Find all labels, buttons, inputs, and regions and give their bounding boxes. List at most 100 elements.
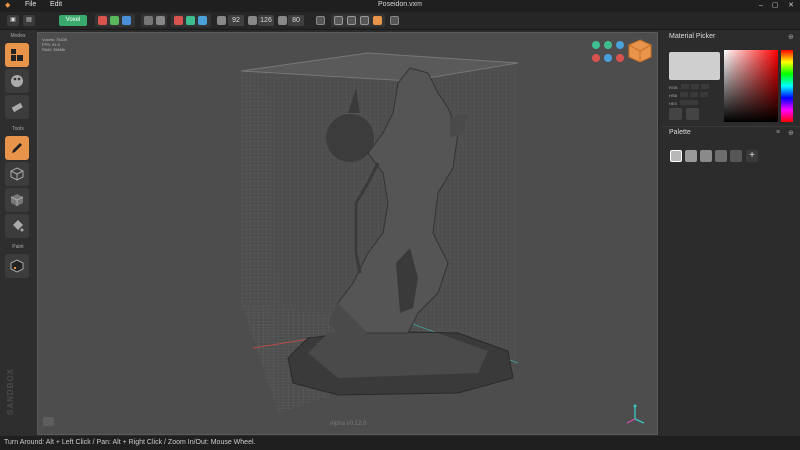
version-label: Alpha v0.12.0 [329,421,367,427]
rgb-g-field[interactable] [690,84,699,89]
mirror-y-icon[interactable] [110,16,119,25]
mirror-z-icon[interactable] [122,16,131,25]
view-cube-icon[interactable] [628,39,652,63]
add-color-button[interactable]: + [746,150,758,162]
voxel-mode-button[interactable]: Voxel [59,15,87,26]
palette-swatch-5[interactable] [730,150,742,162]
paint-cube-icon [10,259,24,273]
status-help-text: Turn Around: Alt + Left Click / Pan: Alt… [4,439,256,446]
menu-icon[interactable]: ≡ [776,129,784,137]
current-color-swatch[interactable] [669,52,720,80]
tool-box-button[interactable] [5,162,29,186]
bucket-icon [13,220,24,232]
left-panel: Modes Tools Paint SANDBOX [0,30,36,435]
palette-swatch-1[interactable] [670,150,682,162]
paint-cube-button[interactable] [5,254,29,278]
nav-left-icon[interactable] [592,54,600,62]
rgb-b-field[interactable] [700,84,709,89]
view-group [331,14,385,27]
mode-build-button[interactable] [5,43,29,67]
paint-label: Paint [12,244,24,250]
tools-label: Tools [12,126,24,132]
status-bar: Turn Around: Alt + Left Click / Pan: Alt… [0,436,800,450]
divider [662,126,800,127]
hsb-label: HSB [669,93,678,98]
size-z-field[interactable]: 80 [288,15,304,26]
tool-fill-button[interactable] [5,214,29,238]
color-tools-group [171,14,211,27]
mode-paint-button[interactable] [5,69,29,93]
voxel-scene [240,52,519,413]
red-cube-icon[interactable] [174,16,183,25]
save-icon[interactable]: ▣ [7,15,19,26]
tool-face-button[interactable] [5,188,29,212]
pin-icon[interactable]: ⊕ [788,33,796,41]
modes-label: Modes [10,33,26,39]
palette-swatch-3[interactable] [700,150,712,162]
view-a-icon[interactable] [334,16,343,25]
settings-icon[interactable] [390,16,399,25]
rgb-label: RGB [669,85,678,90]
hsb-b-field[interactable] [700,92,709,97]
selection-group [141,14,167,27]
stats-overlay: Voxels: 75439 FPS: 91.0 RAM: 356Mb [42,37,67,52]
menu-edit[interactable]: Edit [50,1,62,8]
rgb-r-field[interactable] [680,84,689,89]
material-icon[interactable] [686,108,699,120]
title-bar: ◆ File Edit Poseidon.vxm – ▢ ✕ [0,0,800,12]
nav-right-icon[interactable] [616,54,624,62]
hsb-h-field[interactable] [680,92,689,97]
sandbox-logo: SANDBOX [6,367,15,415]
menu-file[interactable]: File [25,1,36,8]
view-b-icon[interactable] [347,16,356,25]
pencil-icon [12,143,22,153]
cube-x-icon [217,16,226,25]
cube-icon [10,167,24,181]
saturation-value-picker[interactable] [724,50,778,122]
grid-blocks-icon [11,49,23,61]
eraser-icon [11,102,23,113]
view-c-icon[interactable] [360,16,369,25]
nav-up-right-icon[interactable] [616,41,624,49]
material-picker-title: Material Picker [669,33,716,40]
nav-up-icon[interactable] [604,41,612,49]
palette-swatch-2[interactable] [685,150,697,162]
app-logo-icon: ◆ [5,2,11,9]
mirror-group [95,14,135,27]
maximize-icon[interactable]: ▢ [768,0,782,12]
blue-cube-icon[interactable] [198,16,207,25]
window-title: Poseidon.vxm [378,1,422,8]
nav-up-left-icon[interactable] [592,41,600,49]
close-icon[interactable]: ✕ [784,0,798,12]
hex-row: HEX [669,100,699,106]
eyedropper-icon[interactable] [669,108,682,120]
stat-ram: RAM: 356Mb [42,47,66,52]
palette-title: Palette [669,129,691,136]
palette-pin-icon[interactable]: ⊕ [788,129,796,137]
frame-icon[interactable] [316,16,325,25]
3d-viewport[interactable]: Voxels: 75439 FPS: 91.0 RAM: 356Mb Alpha… [37,32,658,435]
axis-gizmo-icon [626,404,645,424]
hex-field[interactable] [680,100,699,105]
hue-slider[interactable] [781,50,793,122]
cube-z-icon [278,16,287,25]
size-x-field[interactable]: 92 [228,15,244,26]
mirror-x-icon[interactable] [98,16,107,25]
mode-erase-button[interactable] [5,95,29,119]
hsb-s-field[interactable] [690,92,699,97]
palette-icon [11,75,23,87]
hsb-row: HSB [669,92,709,98]
size-y-field[interactable]: 126 [258,15,274,26]
camera-icon[interactable] [43,417,54,426]
document-icon[interactable]: ▤ [23,15,35,26]
minimize-icon[interactable]: – [754,0,768,12]
select-icon[interactable] [144,16,153,25]
render-icon[interactable] [373,16,382,25]
rgb-row: RGB [669,84,709,90]
green-cube-icon[interactable] [186,16,195,25]
transform-icon[interactable] [156,16,165,25]
tool-pencil-button[interactable] [5,136,29,160]
palette-swatch-4[interactable] [715,150,727,162]
nav-down-icon[interactable] [604,54,612,62]
right-panel: Material Picker ⊕ RGB HSB HEX Palette ≡ … [662,30,800,435]
